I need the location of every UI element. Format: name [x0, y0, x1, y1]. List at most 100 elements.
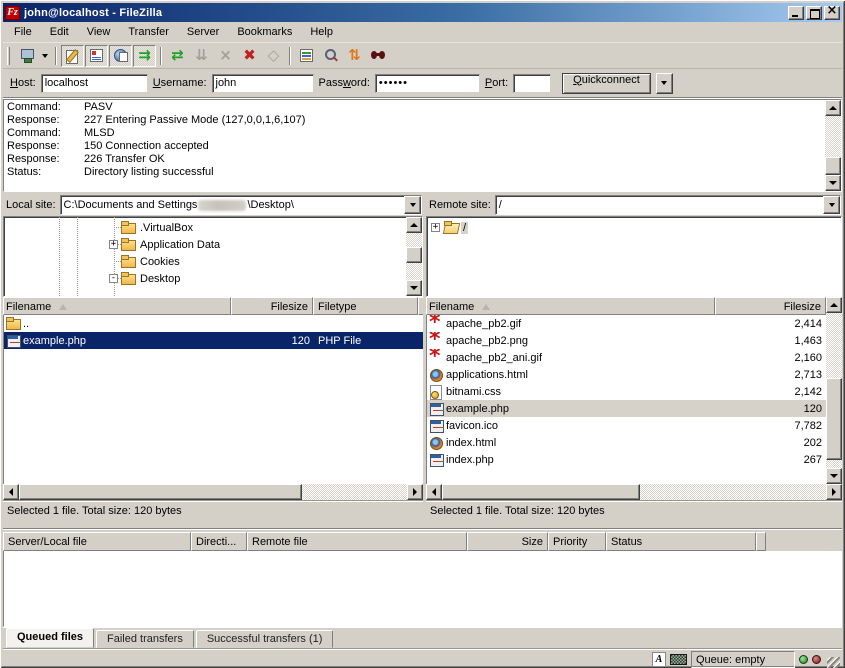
file-row[interactable]: apache_pb2_ani.gif 2,160	[427, 349, 826, 366]
menu-item[interactable]: Help	[301, 24, 342, 40]
username-input[interactable]: john	[212, 74, 314, 93]
queue-tab[interactable]: Successful transfers (1)	[196, 630, 334, 648]
site-manager-dropdown[interactable]	[38, 45, 51, 67]
tree-expander[interactable]: +	[109, 240, 118, 249]
close-button[interactable]	[824, 6, 840, 20]
scroll-track[interactable]	[640, 484, 826, 500]
tree-item[interactable]: Cookies	[4, 253, 406, 270]
quickconnect-dropdown[interactable]	[656, 73, 673, 94]
tree-item[interactable]: + /	[427, 219, 841, 236]
scroll-down-button[interactable]	[406, 280, 422, 296]
file-row[interactable]: index.html 202	[427, 434, 826, 451]
cancel-operation-button[interactable]: ×	[214, 45, 237, 67]
menu-item[interactable]: Transfer	[119, 24, 178, 40]
queue-tab[interactable]: Queued files	[6, 628, 94, 648]
scroll-thumb[interactable]	[19, 484, 302, 500]
reconnect-button[interactable]: ◇	[262, 45, 285, 67]
column-header-filetype[interactable]: Filetype	[313, 297, 418, 315]
remote-list-scrollbar[interactable]	[826, 297, 842, 484]
port-input[interactable]	[513, 74, 551, 93]
file-search-button[interactable]	[367, 45, 390, 67]
scroll-left-button[interactable]	[426, 484, 442, 500]
minimize-button[interactable]	[788, 6, 804, 20]
menu-item[interactable]: View	[78, 24, 120, 40]
directory-comparison-button[interactable]	[295, 45, 318, 67]
scroll-track[interactable]	[406, 233, 422, 280]
scroll-right-button[interactable]	[407, 484, 423, 500]
local-site-combobox[interactable]: C:\Documents and Settings\Desktop\	[60, 195, 422, 215]
filezilla-app-icon: Fz	[5, 6, 20, 20]
column-header-size[interactable]: Size	[467, 532, 548, 551]
menu-item[interactable]: Server	[178, 24, 228, 40]
column-header-priority[interactable]: Priority	[548, 532, 606, 551]
column-header-lastmodified[interactable]: L	[418, 297, 423, 315]
file-row[interactable]: apache_pb2.gif 2,414	[427, 315, 826, 332]
toggle-queue-button[interactable]: ⇉	[133, 45, 156, 67]
menu-item[interactable]: Bookmarks	[228, 24, 301, 40]
column-header-remote-file[interactable]: Remote file	[247, 532, 467, 551]
sync-browsing-button[interactable]: ⇅	[343, 45, 366, 67]
remote-status-text: Selected 1 file. Total size: 120 bytes	[426, 500, 842, 520]
toggle-local-tree-button[interactable]	[85, 45, 108, 67]
title-bar[interactable]: Fz john@localhost - FileZilla	[3, 3, 842, 22]
file-row[interactable]: index.php 267	[427, 451, 826, 468]
column-header-direction[interactable]: Directi...	[191, 532, 247, 551]
process-queue-button[interactable]: ⇊	[190, 45, 213, 67]
resize-grip[interactable]	[827, 657, 840, 668]
toggle-remote-tree-button[interactable]	[109, 45, 132, 67]
scroll-track[interactable]	[302, 484, 407, 500]
tree-item[interactable]: .VirtualBox	[4, 219, 406, 236]
disconnect-button[interactable]: ✖	[238, 45, 261, 67]
remote-site-combobox[interactable]: /	[495, 195, 841, 215]
host-input[interactable]: localhost	[41, 74, 148, 93]
tree-item[interactable]: + Application Data	[4, 236, 406, 253]
column-header-filename[interactable]: Filename	[3, 297, 231, 315]
site-manager-button[interactable]	[14, 45, 37, 67]
local-tree-scrollbar[interactable]	[406, 217, 422, 296]
column-header-filename[interactable]: Filename	[426, 297, 715, 315]
scroll-track[interactable]	[825, 116, 841, 175]
queue-list[interactable]	[3, 551, 842, 627]
filter-button[interactable]	[319, 45, 342, 67]
file-row[interactable]: apache_pb2.png 1,463	[427, 332, 826, 349]
combo-dropdown-button[interactable]	[404, 196, 421, 214]
scroll-thumb[interactable]	[406, 247, 422, 263]
toggle-log-button[interactable]	[61, 45, 84, 67]
scroll-left-button[interactable]	[3, 484, 19, 500]
maximize-button[interactable]	[806, 6, 822, 20]
file-row[interactable]: favicon.ico 7,782	[427, 417, 826, 434]
column-header-filesize[interactable]: Filesize	[715, 297, 826, 315]
column-header-status[interactable]: Status	[606, 532, 756, 551]
file-row[interactable]: example.php 120 PHP File 1	[4, 332, 423, 349]
scroll-down-button[interactable]	[826, 468, 842, 484]
log-scrollbar[interactable]	[825, 100, 841, 191]
column-header-filesize[interactable]: Filesize	[231, 297, 313, 315]
file-row[interactable]: ..	[4, 315, 423, 332]
scroll-thumb[interactable]	[442, 484, 640, 500]
scroll-right-button[interactable]	[826, 484, 842, 500]
scroll-thumb[interactable]	[826, 378, 842, 460]
password-input[interactable]: ••••••	[375, 74, 480, 93]
refresh-button[interactable]: ⇄	[166, 45, 189, 67]
scroll-track[interactable]	[826, 313, 842, 468]
menu-item[interactable]: Edit	[41, 24, 78, 40]
local-horizontal-scrollbar[interactable]	[3, 484, 423, 500]
file-row[interactable]: bitnami.css 2,142	[427, 383, 826, 400]
file-row[interactable]: applications.html 2,713	[427, 366, 826, 383]
tree-item[interactable]: - Desktop	[4, 270, 406, 287]
scroll-down-button[interactable]	[825, 175, 841, 191]
remote-horizontal-scrollbar[interactable]	[426, 484, 842, 500]
column-header-server-local-file[interactable]: Server/Local file	[3, 532, 191, 551]
file-row[interactable]: example.php 120	[427, 400, 826, 417]
scroll-up-button[interactable]	[826, 297, 842, 313]
scroll-up-button[interactable]	[825, 100, 841, 116]
queue-tab[interactable]: Failed transfers	[96, 630, 194, 648]
scroll-up-button[interactable]	[406, 217, 422, 233]
menu-item[interactable]: File	[5, 24, 41, 40]
combo-dropdown-button[interactable]	[823, 196, 840, 214]
tree-expander[interactable]: -	[109, 274, 118, 283]
quickconnect-button[interactable]: Quickconnect	[562, 73, 651, 94]
scroll-thumb[interactable]	[825, 157, 841, 175]
log-line-label: Command:	[7, 101, 84, 114]
tree-expander[interactable]: +	[431, 223, 440, 232]
